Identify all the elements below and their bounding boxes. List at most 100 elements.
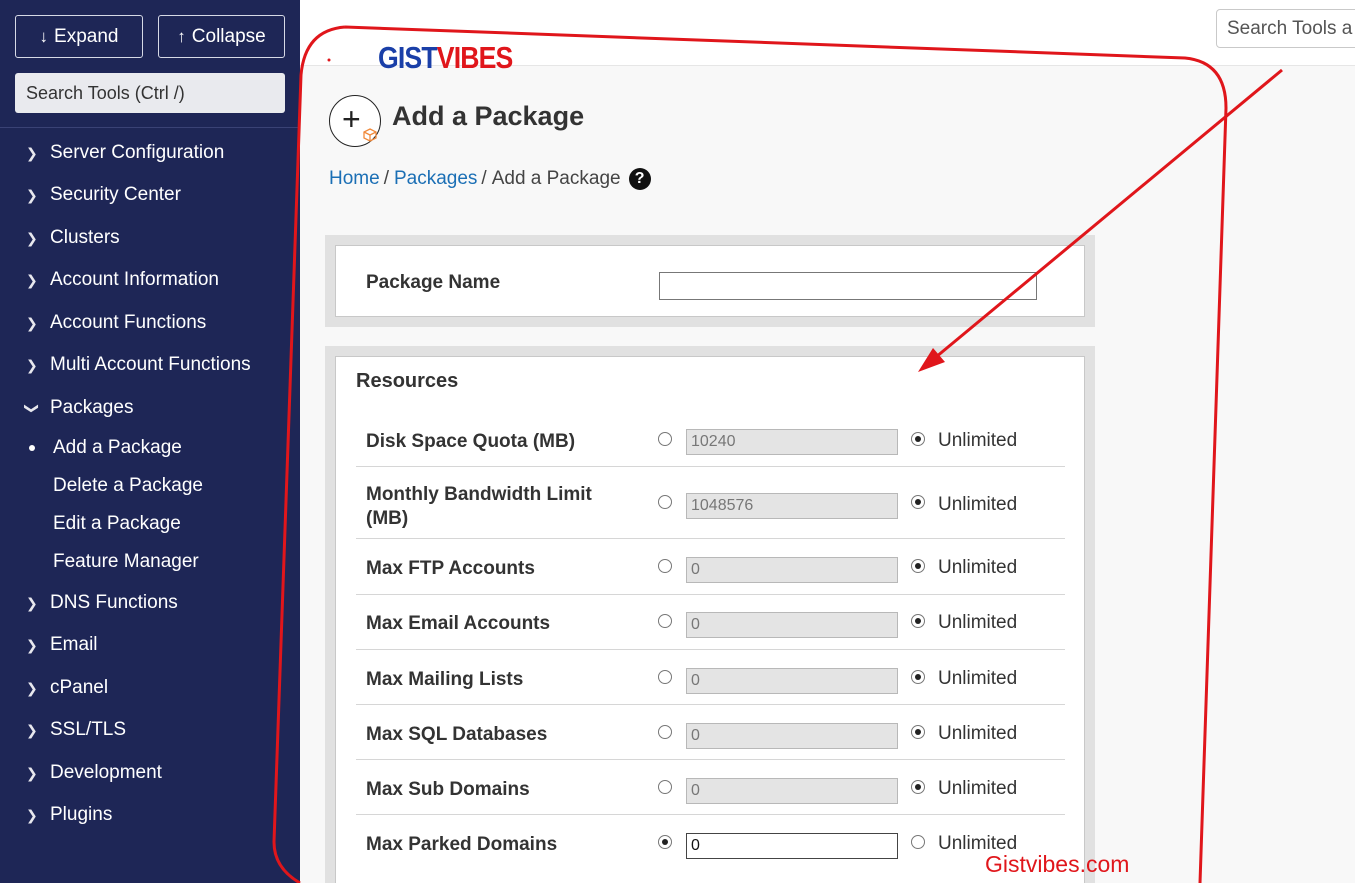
top-search-placeholder: Search Tools a	[1227, 17, 1353, 39]
sidebar-item-label: Security Center	[50, 184, 181, 205]
unlimited-label: Unlimited	[938, 494, 1018, 515]
unlimited-radio[interactable]	[911, 559, 925, 573]
resource-row-email: Max Email Accounts 0 Unlimited	[356, 595, 1065, 650]
unlimited-radio[interactable]	[911, 432, 925, 446]
expand-label: Expand	[54, 25, 119, 47]
sidebar-item-clusters[interactable]: ❯ Clusters	[0, 218, 300, 258]
sidebar-item-server-configuration[interactable]: ❯ Server Configuration	[0, 133, 300, 173]
chevron-down-icon: ❯	[24, 402, 41, 414]
breadcrumb-current: Add a Package	[491, 168, 621, 189]
resource-row-disk-space: Disk Space Quota (MB) 10240 Unlimited	[356, 415, 1065, 467]
sidebar-item-cpanel[interactable]: ❯ cPanel	[0, 668, 300, 708]
unlimited-radio[interactable]	[911, 780, 925, 794]
sidebar-search-input[interactable]: Search Tools (Ctrl /)	[15, 73, 285, 113]
resources-section: Resources Disk Space Quota (MB) 10240 Un…	[335, 356, 1085, 883]
sidebar-item-multi-account-functions[interactable]: ❯ Multi Account Functions	[0, 345, 300, 385]
unlimited-label: Unlimited	[938, 668, 1018, 689]
sidebar-item-packages[interactable]: ❯ Packages	[0, 388, 300, 428]
resource-label: Max Sub Domains	[366, 779, 530, 800]
resources-title: Resources	[356, 370, 459, 392]
resource-value-input[interactable]: 0	[686, 557, 898, 583]
sidebar-item-plugins[interactable]: ❯ Plugins	[0, 795, 300, 835]
chevron-right-icon: ❯	[26, 144, 38, 161]
sidebar-item-label: Packages	[50, 397, 134, 418]
unlimited-label: Unlimited	[938, 778, 1018, 799]
chevron-right-icon: ❯	[26, 764, 38, 781]
chevron-right-icon: ❯	[26, 356, 38, 373]
resource-value-input[interactable]: 0	[686, 723, 898, 749]
resource-value-input[interactable]: 1048576	[686, 493, 898, 519]
sidebar-item-dns-functions[interactable]: ❯ DNS Functions	[0, 583, 300, 623]
resource-row-ftp: Max FTP Accounts 0 Unlimited	[356, 539, 1065, 595]
sidebar-subitem-edit-package[interactable]: Edit a Package	[0, 507, 300, 541]
sidebar-item-security-center[interactable]: ❯ Security Center	[0, 175, 300, 215]
resource-value-input[interactable]: 0	[686, 668, 898, 694]
chevron-right-icon: ❯	[26, 271, 38, 288]
chevron-right-icon: ❯	[26, 721, 38, 738]
package-name-label: Package Name	[366, 272, 501, 293]
resource-label: Max FTP Accounts	[366, 558, 535, 579]
sidebar-subitem-label: Add a Package	[53, 437, 182, 458]
custom-value-radio[interactable]	[658, 495, 672, 509]
collapse-label: Collapse	[191, 25, 266, 47]
unlimited-radio[interactable]	[911, 725, 925, 739]
sidebar-subitem-feature-manager[interactable]: Feature Manager	[0, 545, 300, 579]
custom-value-radio[interactable]	[658, 725, 672, 739]
unlimited-label: Unlimited	[938, 430, 1018, 451]
sidebar-item-label: Multi Account Functions	[50, 354, 251, 375]
chevron-right-icon: ❯	[26, 806, 38, 823]
unlimited-radio[interactable]	[911, 670, 925, 684]
chevron-right-icon: ❯	[26, 594, 38, 611]
resource-label: Max Email Accounts	[366, 613, 551, 634]
resource-value-input[interactable]: 0	[686, 612, 898, 638]
resource-value-input[interactable]: 10240	[686, 429, 898, 455]
resource-label: Max Mailing Lists	[366, 669, 524, 690]
chevron-right-icon: ❯	[26, 229, 38, 246]
help-icon[interactable]: ?	[628, 168, 651, 190]
custom-value-radio[interactable]	[658, 559, 672, 573]
plus-icon: +	[342, 101, 361, 137]
sidebar-item-account-information[interactable]: ❯ Account Information	[0, 260, 300, 300]
chevron-right-icon: ❯	[26, 186, 38, 203]
unlimited-radio[interactable]	[911, 495, 925, 509]
sidebar-subitem-label: Delete a Package	[53, 475, 203, 496]
top-search-input[interactable]: Search Tools a	[1216, 9, 1355, 48]
unlimited-label: Unlimited	[938, 723, 1018, 744]
sidebar-item-email[interactable]: ❯ Email	[0, 625, 300, 665]
logo-part2: VIBES	[436, 40, 514, 75]
resources-panel: Resources Disk Space Quota (MB) 10240 Un…	[325, 346, 1095, 883]
sidebar-item-label: cPanel	[50, 677, 109, 698]
unlimited-radio[interactable]	[911, 614, 925, 628]
expand-button[interactable]: ↓ Expand	[15, 15, 143, 58]
resource-row-parked-domains: Max Parked Domains 0 Unlimited	[356, 815, 1065, 870]
sidebar-item-label: Plugins	[50, 804, 113, 825]
chevron-right-icon: ❯	[26, 314, 38, 331]
package-name-section: Package Name	[335, 245, 1085, 317]
sidebar-subitem-delete-package[interactable]: Delete a Package	[0, 469, 300, 503]
breadcrumb-home-link[interactable]: Home	[329, 168, 380, 190]
custom-value-radio[interactable]	[658, 835, 672, 849]
custom-value-radio[interactable]	[658, 432, 672, 446]
chevron-right-icon: ❯	[26, 636, 38, 653]
sidebar-item-development[interactable]: ❯ Development	[0, 753, 300, 793]
unlimited-radio[interactable]	[911, 835, 925, 849]
sidebar-item-label: Development	[50, 762, 162, 783]
sidebar-item-account-functions[interactable]: ❯ Account Functions	[0, 303, 300, 343]
resource-value-input[interactable]: 0	[686, 833, 898, 859]
resource-value-input[interactable]: 0	[686, 778, 898, 804]
custom-value-radio[interactable]	[658, 670, 672, 684]
sidebar-item-label: SSL/TLS	[50, 719, 127, 740]
package-name-input[interactable]	[659, 272, 1037, 300]
unlimited-label: Unlimited	[938, 612, 1018, 633]
resource-row-bandwidth: Monthly Bandwidth Limit (MB) 1048576 Unl…	[356, 467, 1065, 539]
collapse-button[interactable]: ↑ Collapse	[158, 15, 285, 58]
custom-value-radio[interactable]	[658, 614, 672, 628]
arrow-down-icon: ↓	[39, 26, 49, 46]
watermark: Gistvibes.com	[985, 851, 1130, 877]
sidebar-item-ssl-tls[interactable]: ❯ SSL/TLS	[0, 710, 300, 750]
breadcrumb-packages-link[interactable]: Packages	[394, 168, 477, 190]
custom-value-radio[interactable]	[658, 780, 672, 794]
sidebar-item-label: Clusters	[50, 227, 120, 248]
resource-label: Disk Space Quota (MB)	[366, 431, 576, 452]
sidebar-subitem-add-package[interactable]: Add a Package	[0, 431, 300, 465]
